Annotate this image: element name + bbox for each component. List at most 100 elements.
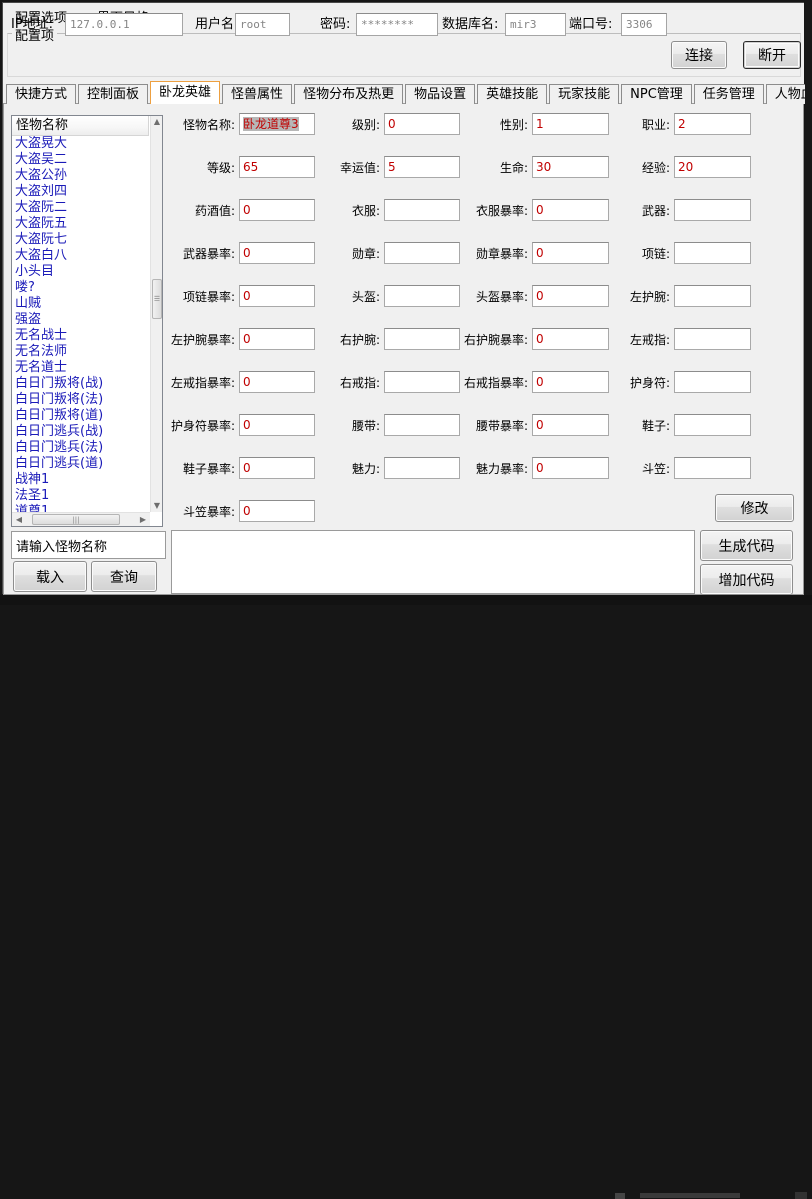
field-input[interactable]: 0 xyxy=(532,242,609,264)
field-input[interactable]: 0 xyxy=(532,328,609,350)
field-input[interactable]: 0 xyxy=(239,371,315,393)
list-item[interactable]: 大盗刘四 xyxy=(12,184,150,200)
scroll-right-icon[interactable]: ▶ xyxy=(137,514,149,526)
list-item[interactable]: 无名法师 xyxy=(12,344,150,360)
modify-button[interactable]: 修改 xyxy=(715,494,794,522)
field-label: 鞋子暴率: xyxy=(173,457,239,479)
field-input[interactable]: 65 xyxy=(239,156,315,178)
field-input[interactable]: 0 xyxy=(239,199,315,221)
list-item[interactable]: 无名道士 xyxy=(12,360,150,376)
password-input[interactable] xyxy=(356,13,438,36)
field-input[interactable] xyxy=(674,328,751,350)
field-input[interactable]: 20 xyxy=(674,156,751,178)
list-item[interactable]: 白日门叛将(道) xyxy=(12,408,150,424)
list-item[interactable]: 法圣1 xyxy=(12,488,150,504)
generate-code-button[interactable]: 生成代码 xyxy=(700,530,793,561)
field-input[interactable]: 0 xyxy=(239,285,315,307)
tab-2[interactable]: 控制面板 xyxy=(78,84,148,104)
monster-name-search-input[interactable] xyxy=(11,531,166,559)
list-item[interactable]: 大盗吴二 xyxy=(12,152,150,168)
list-item[interactable]: 白日门逃兵(战) xyxy=(12,424,150,440)
field-input[interactable] xyxy=(674,414,751,436)
list-item[interactable]: 强盗 xyxy=(12,312,150,328)
scroll-down-icon[interactable]: ▼ xyxy=(151,500,163,512)
field-input[interactable] xyxy=(674,457,751,479)
scroll-up-icon[interactable]: ▲ xyxy=(151,116,163,128)
tab-9[interactable]: NPC管理 xyxy=(621,84,692,104)
ip-input[interactable] xyxy=(65,13,183,36)
list-item[interactable]: 大盗白八 xyxy=(12,248,150,264)
field-input[interactable] xyxy=(674,242,751,264)
field-input[interactable]: 卧龙道尊3 xyxy=(239,113,315,135)
connect-button[interactable]: 连接 xyxy=(671,41,727,69)
field-input[interactable]: 0 xyxy=(532,285,609,307)
tab-4[interactable]: 怪兽属性 xyxy=(222,84,292,104)
field-input[interactable]: 0 xyxy=(239,328,315,350)
field-input[interactable]: 0 xyxy=(532,199,609,221)
tab-3[interactable]: 卧龙英雄 xyxy=(150,81,220,104)
list-item[interactable]: 白日门叛将(战) xyxy=(12,376,150,392)
list-item[interactable]: 白日门逃兵(法) xyxy=(12,440,150,456)
field-input[interactable] xyxy=(674,285,751,307)
horizontal-scrollbar-thumb[interactable]: ||| xyxy=(32,514,120,525)
list-item[interactable]: 战神1 xyxy=(12,472,150,488)
field-input[interactable]: 0 xyxy=(239,500,315,522)
field-label: 怪物名称: xyxy=(173,113,239,135)
list-item[interactable]: 白日门逃兵(道) xyxy=(12,456,150,472)
list-item[interactable]: 大盗晃大 xyxy=(12,136,150,152)
list-item[interactable]: 小头目 xyxy=(12,264,150,280)
code-output-area[interactable] xyxy=(171,530,695,594)
field-input[interactable]: 5 xyxy=(384,156,460,178)
desktop-background-bottom xyxy=(0,595,812,605)
field-input[interactable]: 0 xyxy=(239,457,315,479)
add-code-button[interactable]: 增加代码 xyxy=(700,564,793,595)
disconnect-button[interactable]: 断开 xyxy=(743,41,801,69)
scroll-left-icon[interactable]: ◀ xyxy=(13,514,25,526)
field-input[interactable] xyxy=(384,328,460,350)
tab-6[interactable]: 物品设置 xyxy=(405,84,475,104)
field-input[interactable]: 0 xyxy=(239,414,315,436)
list-item[interactable]: 无名战士 xyxy=(12,328,150,344)
field-input[interactable] xyxy=(384,414,460,436)
list-item[interactable]: 山贼 xyxy=(12,296,150,312)
username-input[interactable] xyxy=(235,13,290,36)
tab-8[interactable]: 玩家技能 xyxy=(549,84,619,104)
database-input[interactable] xyxy=(505,13,566,36)
field-input[interactable] xyxy=(384,457,460,479)
load-button[interactable]: 载入 xyxy=(13,561,87,592)
field-input[interactable]: 0 xyxy=(384,113,460,135)
vertical-scrollbar-thumb[interactable]: ☰ xyxy=(152,279,162,319)
field-input[interactable]: 0 xyxy=(239,242,315,264)
list-item[interactable]: 大盗阮七 xyxy=(12,232,150,248)
tab-5[interactable]: 怪物分布及热更 xyxy=(294,84,403,104)
field-input[interactable]: 0 xyxy=(532,457,609,479)
list-item[interactable]: 白日门叛将(法) xyxy=(12,392,150,408)
field-input[interactable]: 0 xyxy=(532,414,609,436)
field-label: 护身符: xyxy=(609,371,674,393)
field-input[interactable] xyxy=(384,371,460,393)
list-item[interactable]: 道尊1 xyxy=(12,504,150,512)
field-input[interactable] xyxy=(674,199,751,221)
field-input[interactable] xyxy=(384,242,460,264)
query-button[interactable]: 查询 xyxy=(91,561,157,592)
field-input[interactable]: 1 xyxy=(532,113,609,135)
list-item[interactable]: 大盗阮二 xyxy=(12,200,150,216)
field-value: 0 xyxy=(536,289,544,303)
field-input[interactable]: 30 xyxy=(532,156,609,178)
tab-7[interactable]: 英雄技能 xyxy=(477,84,547,104)
field-input[interactable]: 2 xyxy=(674,113,751,135)
list-item[interactable]: 大盗公孙 xyxy=(12,168,150,184)
horizontal-scrollbar[interactable]: ◀ ||| ▶ xyxy=(12,512,150,526)
port-input[interactable] xyxy=(621,13,667,36)
field-input[interactable] xyxy=(674,371,751,393)
tab-1[interactable]: 快捷方式 xyxy=(6,84,76,104)
field-input[interactable] xyxy=(384,199,460,221)
vertical-scrollbar[interactable]: ▲ ☰ ▼ xyxy=(150,116,162,512)
list-item[interactable]: 喽? xyxy=(12,280,150,296)
list-item[interactable]: 大盗阮五 xyxy=(12,216,150,232)
field-input[interactable] xyxy=(384,285,460,307)
field-input[interactable]: 0 xyxy=(532,371,609,393)
monster-list-header[interactable]: 怪物名称 xyxy=(12,116,149,136)
username-label: 用户名: xyxy=(195,13,238,36)
tab-10[interactable]: 任务管理 xyxy=(694,84,764,104)
